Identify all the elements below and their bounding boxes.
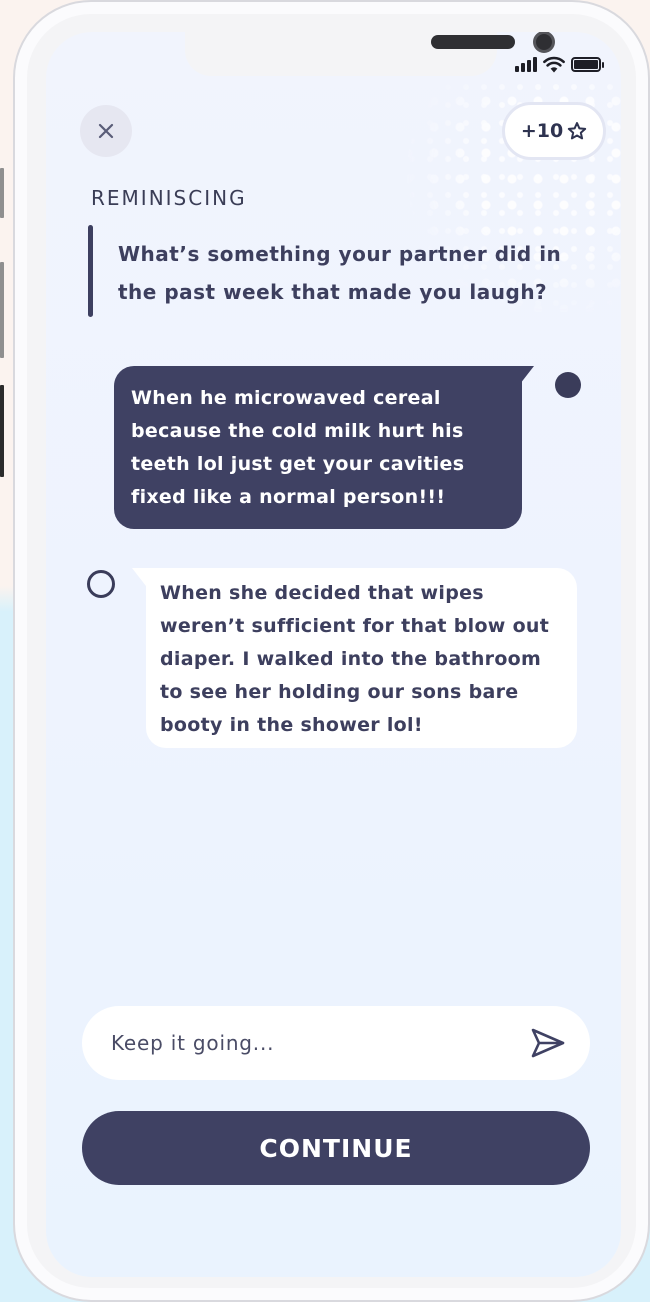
- continue-button[interactable]: CONTINUE: [82, 1111, 590, 1185]
- app-screen: +10 REMINISCING What’s something your pa…: [46, 32, 621, 1277]
- partner-message-bubble: When she decided that wipes weren’t suff…: [132, 568, 577, 748]
- prompt-accent-bar: [88, 225, 93, 317]
- side-button-power: [0, 385, 4, 477]
- side-button-mute: [0, 168, 4, 218]
- my-avatar-dot: [555, 372, 581, 398]
- notch: [185, 32, 555, 76]
- battery-icon: [571, 57, 604, 72]
- side-button-volume: [0, 262, 4, 358]
- speaker-grille: [431, 35, 515, 49]
- status-bar: [515, 56, 604, 73]
- points-badge[interactable]: +10: [502, 102, 606, 160]
- close-button[interactable]: [80, 105, 132, 157]
- my-message-bubble: When he microwaved cereal because the co…: [114, 366, 534, 529]
- phone-frame: +10 REMINISCING What’s something your pa…: [13, 0, 650, 1302]
- front-camera: [533, 32, 555, 53]
- send-icon: [531, 1028, 565, 1058]
- prompt-question: What’s something your partner did in the…: [118, 242, 562, 304]
- partner-avatar-dot: [87, 570, 115, 598]
- prompt-category: REMINISCING: [91, 186, 247, 210]
- star-outline-icon: [568, 122, 587, 140]
- close-icon: [98, 123, 114, 139]
- wifi-icon: [543, 56, 565, 73]
- message-composer: [82, 1006, 590, 1080]
- points-label: +10: [520, 120, 564, 142]
- message-input[interactable]: [111, 1031, 528, 1055]
- send-button[interactable]: [528, 1023, 568, 1063]
- cellular-signal-icon: [515, 57, 537, 72]
